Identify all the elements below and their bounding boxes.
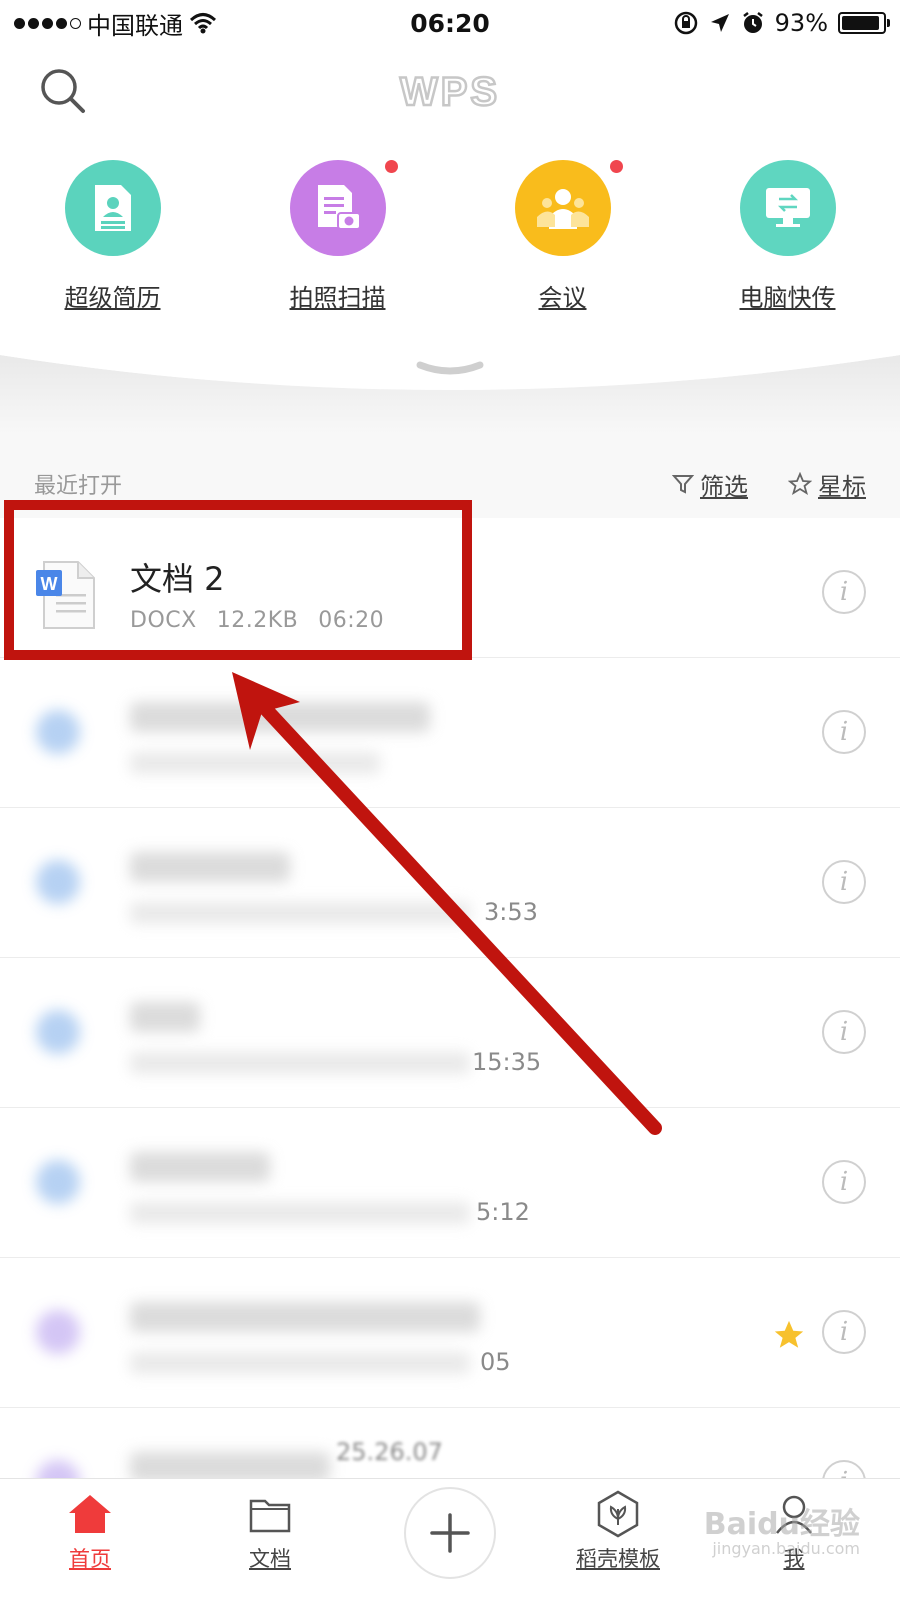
- file-row-document2[interactable]: W 文档 2 DOCX 12.2KB 06:20 i: [0, 518, 900, 658]
- watermark-brand: Baidu经验: [703, 1507, 860, 1542]
- meeting-icon: [536, 189, 589, 229]
- filter-icon: [672, 475, 694, 494]
- tab-home-label: 首页: [69, 1547, 111, 1571]
- tab-documents[interactable]: 文档: [200, 1489, 340, 1573]
- file-size: 12.2KB: [216, 608, 299, 633]
- star-filled-icon[interactable]: [772, 1318, 806, 1352]
- scan-icon: [317, 185, 361, 230]
- notification-dot: [610, 160, 623, 173]
- file-meta: DOCX 12.2KB 06:20: [130, 608, 404, 633]
- battery-percent: 93%: [774, 9, 828, 37]
- plus-icon: [430, 1513, 470, 1553]
- tab-bar: 首页 文档 稻壳模板 我 Baidu经验 jingyan.baidu.com: [0, 1478, 900, 1600]
- status-left: 中国联通: [14, 6, 217, 41]
- folder-icon: [249, 1499, 291, 1533]
- new-document-button[interactable]: [404, 1487, 496, 1579]
- recent-header: 最近打开 筛选 星标: [0, 462, 900, 506]
- file-row[interactable]: 3:53 i: [0, 808, 900, 958]
- file-time: 05: [480, 1348, 511, 1376]
- recent-file-list: W 文档 2 DOCX 12.2KB 06:20 i i 3:53 i 15:3…: [0, 518, 900, 1498]
- info-icon[interactable]: i: [822, 710, 866, 754]
- file-time: 5:12: [476, 1198, 530, 1226]
- shortcut-grid: 超级简历 拍照扫描 会议 电脑快传: [0, 160, 900, 320]
- transfer-icon: [765, 188, 810, 227]
- status-right: 93%: [673, 9, 890, 37]
- file-time: 06:20: [318, 608, 385, 633]
- watermark-url: jingyan.baidu.com: [712, 1538, 860, 1558]
- file-row[interactable]: 5:12 i: [0, 1108, 900, 1258]
- search-icon[interactable]: [38, 66, 88, 116]
- star-outline-icon: [788, 472, 812, 495]
- shortcut-scan-label: 拍照扫描: [289, 284, 386, 312]
- filter-button[interactable]: 筛选: [672, 467, 748, 502]
- shortcut-meeting[interactable]: 会议: [450, 160, 675, 320]
- recent-title: 最近打开: [34, 474, 123, 499]
- star-label: 星标: [818, 472, 866, 501]
- svg-text:WPS: WPS: [400, 72, 500, 112]
- battery-icon: [838, 12, 890, 34]
- recent-actions: 筛选 星标: [672, 467, 866, 502]
- tab-templates[interactable]: 稻壳模板: [548, 1489, 688, 1573]
- home-icon: [69, 1495, 111, 1533]
- shortcut-scan-circle: [289, 160, 386, 256]
- info-icon[interactable]: i: [822, 1010, 866, 1054]
- tab-documents-label: 文档: [249, 1547, 291, 1571]
- word-document-icon: W: [36, 561, 95, 629]
- collapse-divider[interactable]: [0, 355, 900, 435]
- file-type: DOCX: [130, 608, 197, 633]
- file-time: 15:35: [472, 1048, 542, 1076]
- resume-icon: [94, 185, 131, 231]
- file-row[interactable]: i: [0, 658, 900, 808]
- shortcut-meeting-label: 会议: [538, 284, 587, 312]
- file-time: 3:53: [484, 898, 538, 926]
- wps-logo: WPS: [399, 72, 500, 112]
- shortcut-resume[interactable]: 超级简历: [0, 160, 225, 320]
- shortcut-resume-circle: [64, 160, 161, 256]
- carrier-label: 中国联通: [87, 11, 183, 40]
- star-filter-button[interactable]: 星标: [788, 467, 866, 502]
- file-row[interactable]: 05 i: [0, 1258, 900, 1408]
- app-header: WPS: [0, 56, 900, 126]
- template-leaf-icon: [597, 1490, 639, 1538]
- location-icon: [710, 14, 729, 32]
- info-icon[interactable]: i: [822, 1160, 866, 1204]
- watermark: Baidu经验 jingyan.baidu.com: [704, 1509, 860, 1557]
- status-bar: 中国联通 06:20 93%: [0, 0, 900, 46]
- info-icon[interactable]: i: [822, 1310, 866, 1354]
- shortcut-scan[interactable]: 拍照扫描: [225, 160, 450, 320]
- shortcut-transfer[interactable]: 电脑快传: [675, 160, 900, 320]
- svg-text:W: W: [41, 574, 58, 594]
- shortcut-resume-label: 超级简历: [64, 284, 161, 312]
- tab-home[interactable]: 首页: [20, 1489, 160, 1573]
- info-icon[interactable]: i: [822, 570, 866, 614]
- shortcut-transfer-label: 电脑快传: [739, 284, 836, 312]
- file-row[interactable]: 15:35 i: [0, 958, 900, 1108]
- rotation-lock-icon: [674, 11, 697, 35]
- file-time: 25.26.07: [336, 1438, 443, 1466]
- signal-icon: [14, 17, 81, 29]
- filter-label: 筛选: [700, 472, 748, 501]
- battery-fill: [842, 16, 880, 30]
- notification-dot: [385, 160, 398, 173]
- file-name: 文档 2: [130, 560, 225, 598]
- info-icon[interactable]: i: [822, 860, 866, 904]
- tab-templates-label: 稻壳模板: [576, 1547, 660, 1571]
- alarm-icon: [742, 12, 763, 33]
- shortcut-transfer-circle: [739, 160, 836, 256]
- wifi-icon: [189, 13, 217, 34]
- shortcut-meeting-circle: [514, 160, 611, 256]
